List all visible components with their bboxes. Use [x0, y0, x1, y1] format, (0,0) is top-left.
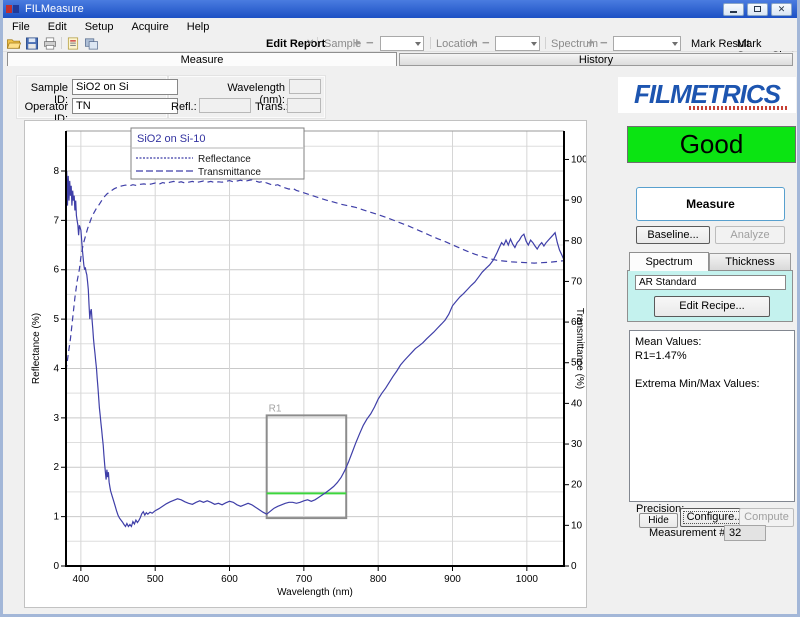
edit-recipe-button[interactable]: Edit Recipe... [654, 296, 770, 317]
right-tick-label: 80 [571, 236, 583, 247]
copy-screen-icon[interactable] [83, 36, 99, 51]
toolbar: Edit Report ✕ Sample + − Location + − Sp… [3, 35, 797, 52]
baseline-button[interactable]: Baseline... [636, 226, 710, 244]
filmetrics-logo: FILMETRICS [618, 77, 796, 113]
menu-file[interactable]: File [3, 19, 39, 35]
right-tick-label: 20 [571, 480, 583, 491]
legend-title: SiO2 on Si-10 [137, 133, 205, 145]
minimize-icon [730, 11, 737, 13]
results-listbox[interactable]: Mean Values: R1=1.47% Extrema Min/Max Va… [629, 330, 795, 502]
tab-history[interactable]: History [399, 53, 793, 66]
left-tick-label: 7 [53, 215, 59, 226]
x-tick-label: 800 [370, 574, 387, 585]
window-title: FILMeasure [25, 3, 84, 15]
sample-combobox[interactable] [380, 36, 424, 51]
left-tick-label: 4 [53, 363, 59, 374]
recipe-name-input[interactable] [635, 275, 786, 290]
transmittance-curve [66, 180, 564, 371]
minimize-button[interactable] [723, 3, 744, 16]
menu-bar: File Edit Setup Acquire Help [3, 18, 797, 35]
close-icon: ✕ [778, 5, 786, 14]
right-tick-label: 100 [571, 154, 586, 165]
right-tick-label: 30 [571, 439, 583, 450]
menu-acquire[interactable]: Acquire [122, 19, 177, 35]
x-tick-label: 900 [444, 574, 461, 585]
right-tick-label: 0 [571, 561, 577, 572]
chevron-down-icon [672, 42, 678, 46]
spectrum-chart[interactable]: R101234567801020304050607080901004005006… [25, 121, 586, 607]
save-icon[interactable] [24, 36, 40, 51]
tab-thickness[interactable]: Thickness [709, 253, 791, 271]
location-remove-button[interactable]: − [482, 37, 490, 49]
menu-edit[interactable]: Edit [39, 19, 76, 35]
x-tick-label: 1000 [516, 574, 539, 585]
left-tick-label: 0 [53, 561, 59, 572]
spectrum-add-button[interactable]: + [587, 37, 595, 49]
right-tick-label: 90 [571, 195, 583, 206]
left-tick-label: 6 [53, 265, 59, 276]
refl-field [199, 98, 251, 113]
status-indicator: Good [627, 126, 796, 163]
refl-label: Refl.: [171, 101, 195, 113]
x-tick-label: 600 [221, 574, 238, 585]
spectrum-remove-button[interactable]: − [600, 37, 608, 49]
right-tick-label: 70 [571, 276, 583, 287]
chevron-down-icon [415, 42, 421, 46]
tab-spectrum[interactable]: Spectrum [629, 252, 709, 271]
right-axis-title: Transmittance (%) [574, 308, 585, 389]
left-tick-label: 1 [53, 512, 59, 523]
report-icon[interactable] [65, 36, 81, 51]
chevron-down-icon [531, 42, 537, 46]
legend-reflectance-label: Reflectance [198, 154, 251, 165]
reflectance-curve [66, 171, 564, 527]
operator-id-input[interactable] [72, 98, 178, 114]
wavelength-field [289, 79, 321, 94]
title-bar: FILMeasure ✕ [0, 0, 800, 18]
status-label: Good [680, 129, 744, 160]
x-tick-label: 400 [73, 574, 90, 585]
logo-stripes [689, 106, 789, 110]
sample-remove-button[interactable]: − [366, 37, 374, 49]
left-tick-label: 2 [53, 462, 59, 473]
left-tick-label: 3 [53, 413, 59, 424]
print-icon[interactable] [42, 36, 58, 51]
measure-button[interactable]: Measure [636, 187, 785, 221]
spectrum-combobox[interactable] [613, 36, 681, 51]
spectrum-recipe-panel: Edit Recipe... [627, 270, 793, 322]
x-tick-label: 700 [296, 574, 313, 585]
sample-id-input[interactable] [72, 79, 178, 95]
open-icon[interactable] [6, 36, 22, 51]
trans-field [287, 98, 321, 113]
x-axis-title: Wavelength (nm) [277, 587, 353, 598]
measurement-number-label: Measurement # [649, 527, 725, 539]
restore-icon [754, 6, 761, 12]
r1-box-label: R1 [269, 403, 282, 414]
spectrum-chart-panel: R101234567801020304050607080901004005006… [24, 120, 587, 608]
legend-transmittance-label: Transmittance [198, 167, 261, 178]
left-tick-label: 5 [53, 314, 59, 325]
analyze-button[interactable]: Analyze [715, 226, 785, 244]
trans-label: Trans.: [255, 101, 283, 113]
x-tick-label: 500 [147, 574, 164, 585]
tab-measure[interactable]: Measure [7, 52, 397, 66]
app-icon [6, 4, 20, 15]
close-button[interactable]: ✕ [771, 3, 792, 16]
main-tab-bar: Measure History [3, 52, 797, 66]
sample-add-button[interactable]: + [353, 37, 361, 49]
measure-page: Sample ID: Operator ID: Wavelength (nm):… [3, 66, 797, 614]
edit-report-close-icon[interactable]: ✕ [306, 38, 314, 49]
location-combobox[interactable] [495, 36, 540, 51]
left-axis-title: Reflectance (%) [31, 313, 42, 384]
menu-help[interactable]: Help [178, 19, 219, 35]
left-tick-label: 8 [53, 166, 59, 177]
restore-button[interactable] [747, 3, 768, 16]
right-tick-label: 40 [571, 398, 583, 409]
menu-setup[interactable]: Setup [76, 19, 123, 35]
right-tick-label: 10 [571, 520, 583, 531]
location-add-button[interactable]: + [469, 37, 477, 49]
hide-button[interactable]: Hide [639, 513, 678, 528]
measurement-number-field [724, 525, 766, 541]
